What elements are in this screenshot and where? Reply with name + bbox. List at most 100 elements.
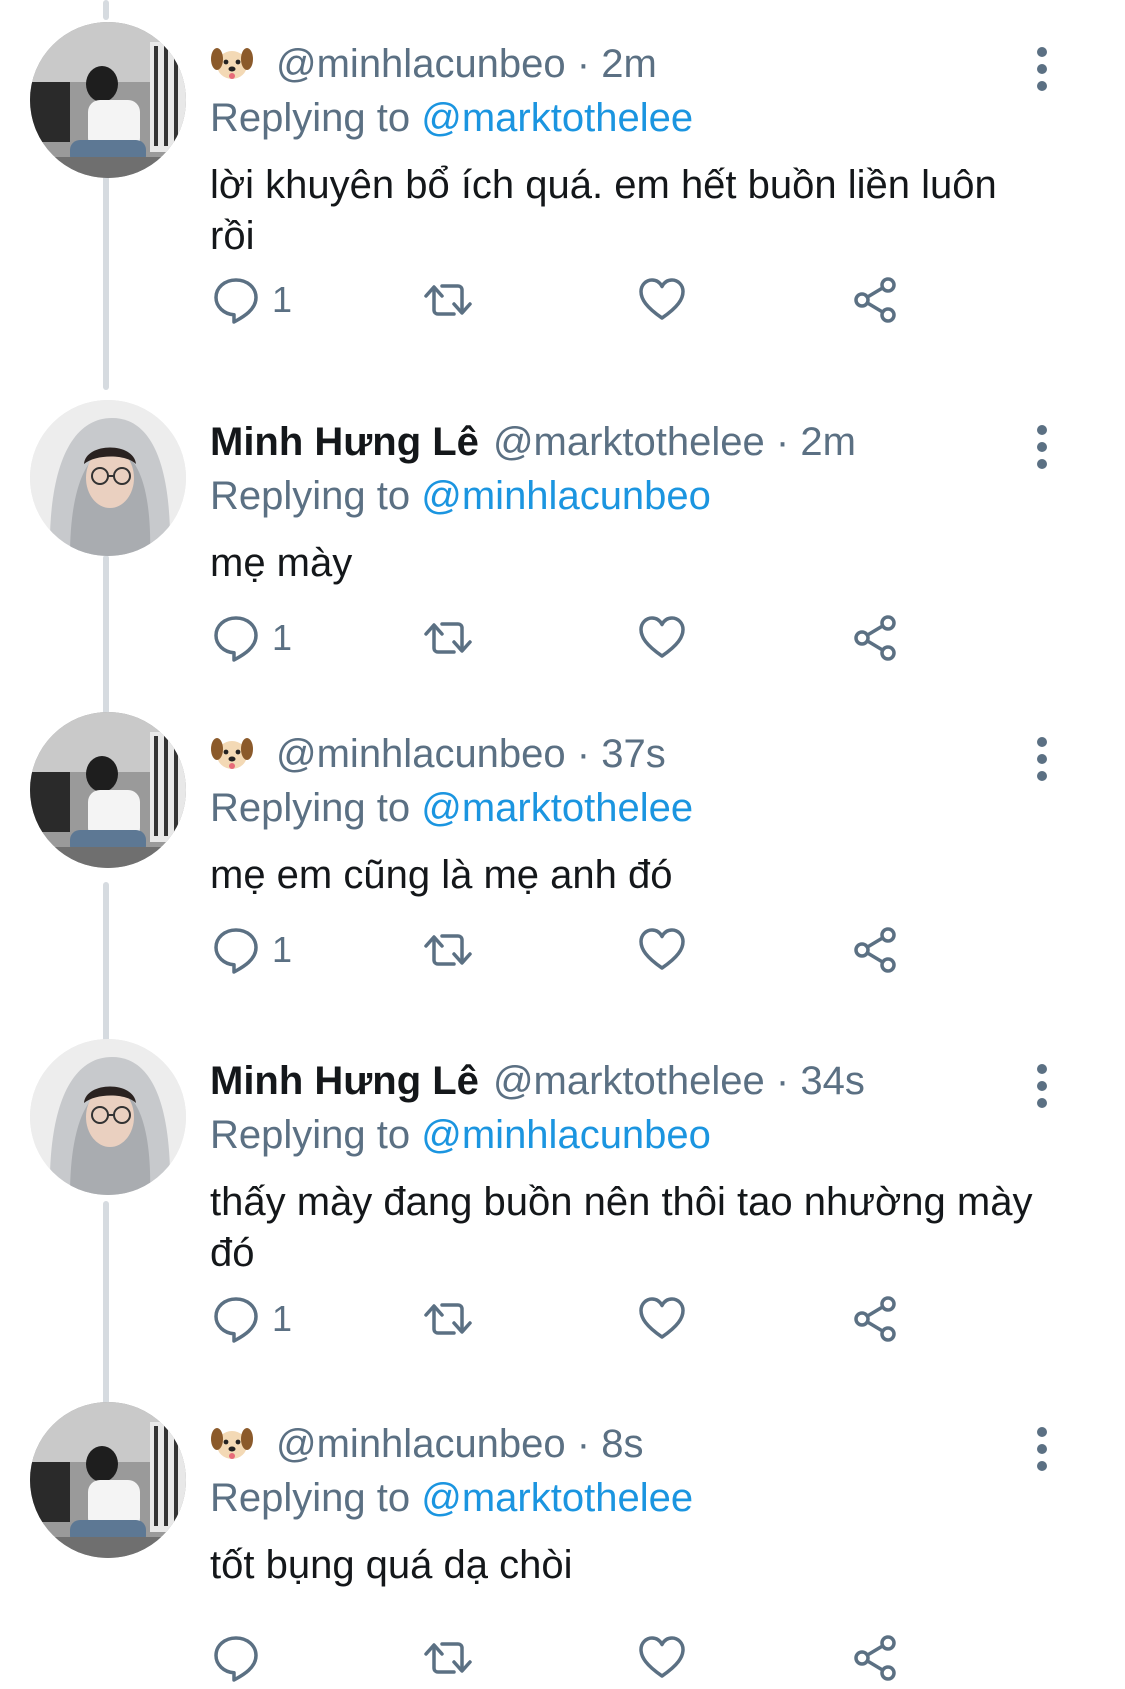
tweet-time[interactable]: · 2m <box>776 420 856 464</box>
reply-button[interactable] <box>210 1630 272 1686</box>
share-icon <box>854 1635 896 1681</box>
heart-icon <box>639 928 685 970</box>
tweet[interactable]: @minhlacunbeo · 8s Replying to @marktoth… <box>0 1402 1125 1689</box>
share-button[interactable] <box>850 1291 902 1347</box>
avatar-image <box>30 22 186 178</box>
share-icon <box>854 1296 896 1342</box>
retweet-button[interactable] <box>422 610 474 666</box>
avatar-marktothelee[interactable] <box>30 400 186 556</box>
mention-link[interactable]: @minhlacunbeo <box>421 1113 711 1157</box>
author-name[interactable]: Minh Hưng Lê <box>210 420 479 464</box>
reply-count: 1 <box>272 617 293 658</box>
tweet-time[interactable]: · 34s <box>776 1059 865 1103</box>
tweet[interactable]: @minhlacunbeo · 37s Replying to @marktot… <box>0 712 1125 1012</box>
avatar-minhlacunbeo[interactable] <box>30 712 186 868</box>
mention-link[interactable]: @minhlacunbeo <box>421 474 711 518</box>
heart-icon <box>639 278 685 320</box>
author-handle[interactable]: @marktothelee <box>493 1059 765 1103</box>
tweet-header: Minh Hưng Lê @marktothelee · 34s <box>210 1057 1025 1105</box>
retweet-button[interactable] <box>422 1291 474 1347</box>
tweet-text: lời khuyên bổ ích quá. em hết buồn liền … <box>210 163 997 258</box>
replying-label: Replying to <box>210 474 411 518</box>
reply-button[interactable]: 1 <box>210 1291 292 1347</box>
tweet-text: mẹ em cũng là mẹ anh đó <box>210 853 673 897</box>
mention-link[interactable]: @marktothelee <box>421 1476 693 1520</box>
reply-count: 1 <box>272 929 293 970</box>
reply-count: 1 <box>272 279 293 320</box>
author-handle[interactable]: @minhlacunbeo <box>276 42 566 86</box>
more-vertical-icon[interactable] <box>1030 1061 1054 1111</box>
mention-link[interactable]: @marktothelee <box>421 96 693 140</box>
tweet-text: thấy mày đang buồn nên thôi tao nhường m… <box>210 1180 1033 1275</box>
tweet[interactable]: Minh Hưng Lê @marktothelee · 2m Replying … <box>0 400 1125 690</box>
author-handle[interactable]: @minhlacunbeo <box>276 732 566 776</box>
replying-label: Replying to <box>210 1476 411 1520</box>
heart-icon <box>639 616 685 658</box>
reply-button[interactable]: 1 <box>210 922 292 978</box>
reply-button[interactable]: 1 <box>210 272 292 328</box>
tweet-text: mẹ mày <box>210 541 353 585</box>
tweet-actions: 1 <box>210 1291 970 1347</box>
replying-to-line: Replying to @marktothelee <box>210 1474 693 1522</box>
share-icon <box>854 927 896 973</box>
reply-button[interactable]: 1 <box>210 610 292 666</box>
avatar-image <box>30 712 186 868</box>
share-button[interactable] <box>850 610 902 666</box>
tweet-text: tốt bụng quá dạ chòi <box>210 1543 573 1587</box>
share-icon <box>854 277 896 323</box>
retweet-icon <box>424 284 472 316</box>
tweet[interactable]: Minh Hưng Lê @marktothelee · 34s Replying… <box>0 1039 1125 1369</box>
avatar-minhlacunbeo[interactable] <box>30 1402 186 1558</box>
like-button[interactable] <box>636 610 688 666</box>
tweet-header: @minhlacunbeo · 2m <box>210 40 1025 88</box>
tweet-header: @minhlacunbeo · 37s <box>210 730 1025 778</box>
share-button[interactable] <box>850 1630 902 1686</box>
share-icon <box>854 615 896 661</box>
tweet-actions: 1 <box>210 272 970 328</box>
reply-icon <box>214 928 258 974</box>
avatar-image <box>30 1402 186 1558</box>
author-name[interactable]: Minh Hưng Lê <box>210 1059 479 1103</box>
like-button[interactable] <box>636 1291 688 1347</box>
replying-to-line: Replying to @minhlacunbeo <box>210 472 711 520</box>
share-button[interactable] <box>850 272 902 328</box>
retweet-icon <box>424 934 472 966</box>
reply-icon <box>214 1297 258 1343</box>
like-button[interactable] <box>636 272 688 328</box>
reply-count: 1 <box>272 1298 293 1339</box>
tweet-actions: 1 <box>210 922 970 978</box>
replying-to-line: Replying to @marktothelee <box>210 94 693 142</box>
tweet-actions <box>210 1630 970 1686</box>
reply-thread: @minhlacunbeo · 2m Replying to @marktoth… <box>0 0 1125 1689</box>
avatar-image <box>30 400 186 556</box>
tweet[interactable]: @minhlacunbeo · 2m Replying to @marktoth… <box>0 22 1125 352</box>
more-vertical-icon[interactable] <box>1030 734 1054 784</box>
heart-icon <box>639 1636 685 1678</box>
thread-line <box>103 0 109 20</box>
author-handle[interactable]: @marktothelee <box>493 420 765 464</box>
avatar-minhlacunbeo[interactable] <box>30 22 186 178</box>
retweet-button[interactable] <box>422 922 474 978</box>
tweet-time[interactable]: · 8s <box>577 1422 644 1466</box>
reply-icon <box>214 1636 258 1682</box>
dog-face-emoji-icon <box>210 43 254 83</box>
tweet-time[interactable]: · 37s <box>577 732 666 776</box>
replying-label: Replying to <box>210 1113 411 1157</box>
author-handle[interactable]: @minhlacunbeo <box>276 1422 566 1466</box>
retweet-button[interactable] <box>422 1630 474 1686</box>
heart-icon <box>639 1297 685 1339</box>
more-vertical-icon[interactable] <box>1030 422 1054 472</box>
dog-face-emoji-icon <box>210 1423 254 1463</box>
tweet-time[interactable]: · 2m <box>577 42 657 86</box>
avatar-marktothelee[interactable] <box>30 1039 186 1195</box>
like-button[interactable] <box>636 922 688 978</box>
like-button[interactable] <box>636 1630 688 1686</box>
share-button[interactable] <box>850 922 902 978</box>
more-vertical-icon[interactable] <box>1030 44 1054 94</box>
tweet-actions: 1 <box>210 610 970 666</box>
retweet-button[interactable] <box>422 272 474 328</box>
retweet-icon <box>424 1642 472 1674</box>
replying-to-line: Replying to @minhlacunbeo <box>210 1111 711 1159</box>
more-vertical-icon[interactable] <box>1030 1424 1054 1474</box>
mention-link[interactable]: @marktothelee <box>421 786 693 830</box>
